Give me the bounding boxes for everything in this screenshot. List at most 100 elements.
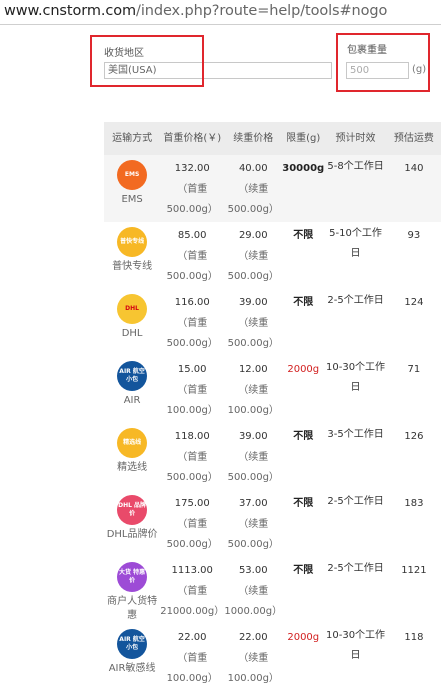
cell-method: 精选线 精选线 <box>104 423 160 490</box>
air-mail-logo-icon: AIR 航空小包 <box>117 361 148 391</box>
url-text[interactable]: www.cnstorm.com/index.php?route=help/too… <box>4 3 387 19</box>
method-name: DHL品牌价 <box>106 529 158 540</box>
first-weight: （首重21000.00g） <box>160 586 225 617</box>
highlight-box-weight <box>336 33 430 92</box>
cell-limit: 30000g <box>282 155 325 222</box>
cell-first-price: 118.00 （首重500.00g） <box>160 423 224 490</box>
method-name: 精选线 <box>117 462 148 473</box>
delivery-time: 5-10个工作日 <box>329 228 382 259</box>
cell-first-price: 116.00 （首重500.00g） <box>160 289 224 356</box>
cell-time: 5-8个工作日 <box>324 155 387 222</box>
cont-price: 40.00 <box>238 163 268 174</box>
estimated-fee: 118 <box>404 632 424 643</box>
cell-limit: 不限 <box>282 289 324 356</box>
estimated-fee: 126 <box>404 431 424 442</box>
cell-first-price: 85.00 （首重500.00g） <box>160 222 224 289</box>
cell-time: 10-30个工作日 <box>324 624 387 691</box>
cell-method: EMS EMS <box>104 155 161 222</box>
cell-method: 大货 特惠价 商户人货特惠 <box>104 557 160 624</box>
cell-cont-price: 53.00 （续重1000.00g） <box>224 557 282 624</box>
col-header-fee: 预估运费 <box>386 122 441 155</box>
delivery-time: 2-5个工作日 <box>327 295 384 306</box>
table-row: DHL 品牌价 DHL品牌价 175.00 （首重500.00g） 37.00 （续重50… <box>104 490 441 557</box>
cont-price: 39.00 <box>238 431 268 442</box>
cell-limit: 不限 <box>282 557 324 624</box>
cell-cont-price: 37.00 （续重500.00g） <box>224 490 282 557</box>
delivery-time: 2-5个工作日 <box>327 563 384 574</box>
weight-limit: 不限 <box>293 565 314 576</box>
cell-time: 5-10个工作日 <box>324 222 387 289</box>
first-weight: （首重100.00g） <box>166 385 218 416</box>
estimated-fee: 71 <box>407 364 421 375</box>
cell-time: 2-5个工作日 <box>324 557 387 624</box>
cont-price: 37.00 <box>238 498 268 509</box>
method-name: 普快专线 <box>112 261 153 272</box>
cell-fee: 93 <box>387 222 441 289</box>
cell-fee: 1121 <box>387 557 441 624</box>
cell-cont-price: 22.00 （续重100.00g） <box>224 624 282 691</box>
cell-first-price: 22.00 （首重100.00g） <box>160 624 224 691</box>
estimated-fee: 183 <box>404 498 424 509</box>
dhl-logo-icon: DHL <box>117 294 148 324</box>
cell-limit: 2000g <box>282 624 324 691</box>
cont-weight: （续重500.00g） <box>227 251 279 282</box>
cell-fee: 140 <box>386 155 441 222</box>
cell-limit: 不限 <box>282 222 324 289</box>
first-price: 22.00 <box>177 632 207 643</box>
first-weight: （首重500.00g） <box>166 452 218 483</box>
table-row: DHL DHL 116.00 （首重500.00g） 39.00 （续重500.00g） 不… <box>104 289 441 356</box>
cell-method: AIR 航空小包 AIR敏感线 <box>104 624 160 691</box>
method-name: EMS <box>121 194 143 205</box>
address-bar[interactable]: www.cnstorm.com/index.php?route=help/too… <box>0 0 441 24</box>
estimated-fee: 124 <box>404 297 424 308</box>
cont-price: 39.00 <box>238 297 268 308</box>
weight-limit: 不限 <box>293 431 314 442</box>
first-weight: （首重500.00g） <box>166 519 218 550</box>
cell-first-price: 1113.00 （首重21000.00g） <box>160 557 224 624</box>
cell-method: AIR 航空小包 AIR <box>104 356 160 423</box>
cell-cont-price: 39.00 （续重500.00g） <box>224 289 282 356</box>
cell-cont-price: 40.00 （续重500.00g） <box>224 155 283 222</box>
cell-cont-price: 39.00 （续重500.00g） <box>224 423 282 490</box>
cell-method: DHL 品牌价 DHL品牌价 <box>104 490 160 557</box>
weight-limit: 2000g <box>287 364 320 375</box>
cont-weight: （续重500.00g） <box>227 452 279 483</box>
method-name: DHL <box>121 328 143 339</box>
cont-price: 12.00 <box>238 364 268 375</box>
first-price: 1113.00 <box>171 565 213 576</box>
delivery-time: 10-30个工作日 <box>326 362 386 393</box>
table-row: AIR 航空小包 AIR 15.00 （首重100.00g） 12.00 （续重100.0… <box>104 356 441 423</box>
cont-price: 53.00 <box>238 565 268 576</box>
cell-time: 2-5个工作日 <box>324 289 387 356</box>
cell-first-price: 175.00 （首重500.00g） <box>160 490 224 557</box>
divider <box>0 24 441 25</box>
table-header: 运输方式 首重价格(￥) 续重价格 限重(g) 预计时效 预估运费 <box>104 122 441 155</box>
delivery-time: 5-8个工作日 <box>327 161 384 172</box>
cell-cont-price: 12.00 （续重100.00g） <box>224 356 282 423</box>
cell-time: 3-5个工作日 <box>324 423 387 490</box>
cell-fee: 124 <box>387 289 441 356</box>
delivery-time: 10-30个工作日 <box>326 630 386 661</box>
first-price: 118.00 <box>174 431 210 442</box>
first-price: 85.00 <box>177 230 207 241</box>
url-path: /index.php?route=help/tools#nogo <box>136 3 388 19</box>
shipping-rate-table: 运输方式 首重价格(￥) 续重价格 限重(g) 预计时效 预估运费 EMS EMS… <box>104 122 441 691</box>
weight-limit: 不限 <box>293 297 314 308</box>
col-header-method: 运输方式 <box>104 122 161 155</box>
method-name: AIR敏感线 <box>108 663 156 674</box>
col-header-time: 预计时效 <box>324 122 387 155</box>
cont-weight: （续重1000.00g） <box>224 586 283 617</box>
delivery-time: 2-5个工作日 <box>327 496 384 507</box>
table-row: AIR 航空小包 AIR敏感线 22.00 （首重100.00g） 22.00 （续重10… <box>104 624 441 691</box>
weight-limit: 30000g <box>282 163 325 174</box>
cell-first-price: 132.00 （首重500.00g） <box>160 155 225 222</box>
cont-weight: （续重100.00g） <box>227 653 279 684</box>
cell-fee: 126 <box>387 423 441 490</box>
method-name: 商户人货特惠 <box>107 596 158 621</box>
cont-weight: （续重500.00g） <box>227 318 279 349</box>
select-line-logo-icon: 精选线 <box>117 428 148 458</box>
express-line-logo-icon: 普快专线 <box>117 227 148 257</box>
table-row: 普快专线 普快专线 85.00 （首重500.00g） 29.00 （续重500.00g）… <box>104 222 441 289</box>
first-weight: （首重500.00g） <box>166 318 218 349</box>
col-header-cont-price: 续重价格 <box>224 122 283 155</box>
